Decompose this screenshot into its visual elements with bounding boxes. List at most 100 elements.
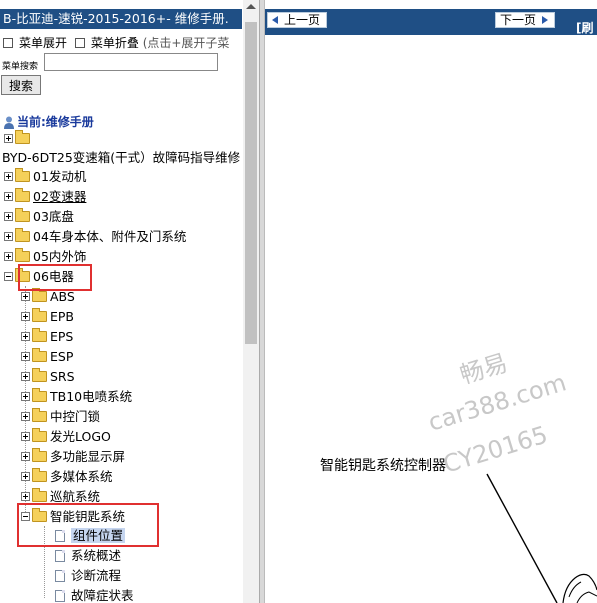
folder-icon bbox=[32, 408, 47, 422]
folder-icon bbox=[32, 428, 47, 442]
expand-plus-icon[interactable] bbox=[21, 492, 30, 501]
tree-item-label[interactable]: 04车身本体、附件及门系统 bbox=[33, 229, 186, 244]
previous-page-button[interactable]: 上一页 bbox=[267, 12, 328, 28]
refresh-link[interactable]: [刷 bbox=[576, 19, 594, 36]
folder-icon bbox=[15, 248, 30, 262]
menu-expand-link[interactable]: 菜单展开 bbox=[19, 36, 67, 50]
next-page-button[interactable]: 下一页 bbox=[495, 12, 556, 28]
folder-icon bbox=[32, 488, 47, 502]
current-location: 当前:维修手册 bbox=[4, 114, 94, 130]
module-outline bbox=[576, 591, 597, 603]
menu-search-input[interactable] bbox=[44, 53, 218, 71]
tree-item-label[interactable]: 01发动机 bbox=[33, 169, 86, 184]
tree-item-symptom-table[interactable]: 故障症状表 bbox=[55, 587, 134, 603]
tree-item-unnamed[interactable] bbox=[4, 130, 33, 148]
folder-icon bbox=[32, 328, 47, 342]
arrow-left-icon bbox=[272, 15, 278, 24]
expand-plus-icon[interactable] bbox=[21, 292, 30, 301]
tree-item-label[interactable]: 故障症状表 bbox=[71, 588, 134, 603]
tree-item-label[interactable]: ESP bbox=[50, 349, 73, 364]
tree-item-label[interactable]: TB10电喷系统 bbox=[50, 389, 132, 404]
tree-item-label[interactable]: 多媒体系统 bbox=[50, 469, 113, 484]
expand-plus-icon[interactable] bbox=[4, 212, 13, 221]
tree-item-label[interactable]: 05内外饰 bbox=[33, 249, 86, 264]
folder-icon bbox=[15, 188, 30, 202]
module-outline bbox=[562, 573, 597, 603]
tree-item-label[interactable]: EPS bbox=[50, 329, 73, 344]
tree-item-display[interactable]: 多功能显示屏 bbox=[21, 448, 125, 466]
tree-item-label[interactable]: ABS bbox=[50, 289, 75, 304]
watermark-text: 畅易 bbox=[456, 348, 511, 390]
tree-item-label[interactable]: SRS bbox=[50, 369, 75, 384]
tree-item-central-lock[interactable]: 中控门锁 bbox=[21, 408, 100, 426]
tree-item-label[interactable]: 中控门锁 bbox=[50, 409, 100, 424]
tree-item-label[interactable]: 诊断流程 bbox=[71, 568, 121, 583]
left-navigation-panel: B-比亚迪-速锐-2015-2016+- 维修手册. 菜单展开 菜单折叠 (点击… bbox=[0, 0, 259, 603]
tree-item-label[interactable]: 多功能显示屏 bbox=[50, 449, 125, 464]
tree-item-label[interactable]: 系统概述 bbox=[71, 548, 121, 563]
tree-item-label[interactable]: 02变速器 bbox=[33, 189, 86, 204]
tree-item-srs[interactable]: SRS bbox=[21, 368, 75, 386]
folder-icon bbox=[15, 208, 30, 222]
expand-plus-icon[interactable] bbox=[4, 134, 13, 143]
diagram-callout-label: 智能钥匙系统控制器 bbox=[320, 458, 446, 474]
expand-plus-icon[interactable] bbox=[21, 392, 30, 401]
folder-icon bbox=[15, 228, 30, 242]
expand-plus-icon[interactable] bbox=[4, 252, 13, 261]
tree-item-logo[interactable]: 发光LOGO bbox=[21, 428, 111, 446]
menu-collapse-link[interactable]: 菜单折叠 bbox=[91, 36, 139, 50]
tree-item-system-overview[interactable]: 系统概述 bbox=[55, 547, 121, 565]
tree-item-epb[interactable]: EPB bbox=[21, 308, 74, 326]
vertical-scrollbar[interactable] bbox=[243, 0, 259, 603]
expand-plus-icon[interactable] bbox=[21, 472, 30, 481]
document-icon bbox=[55, 589, 65, 602]
document-icon bbox=[55, 569, 65, 582]
folder-icon bbox=[32, 388, 47, 402]
expand-plus-icon[interactable] bbox=[4, 192, 13, 201]
tree-item-chassis[interactable]: 03底盘 bbox=[4, 208, 74, 226]
leader-line bbox=[486, 473, 558, 603]
tree-item-byd-6dt25[interactable]: BYD-6DT25变速箱(干式）故障码指导维修 bbox=[2, 149, 240, 167]
collapse-hint: (点击+展开子菜 bbox=[142, 36, 230, 50]
expand-plus-icon[interactable] bbox=[21, 412, 30, 421]
collapse-icon[interactable] bbox=[74, 37, 85, 48]
tree-item-label[interactable]: BYD-6DT25变速箱(干式）故障码指导维修 bbox=[2, 150, 240, 165]
folder-icon bbox=[32, 308, 47, 322]
tree-item-engine[interactable]: 01发动机 bbox=[4, 168, 86, 186]
tree-item-label[interactable]: EPB bbox=[50, 309, 74, 324]
manual-title-bar: B-比亚迪-速锐-2015-2016+- 维修手册. bbox=[0, 9, 242, 29]
expand-plus-icon[interactable] bbox=[21, 312, 30, 321]
scroll-up-arrow-icon[interactable] bbox=[246, 4, 256, 9]
module-outline bbox=[568, 581, 582, 598]
collapse-minus-icon[interactable] bbox=[4, 272, 13, 281]
expand-plus-icon[interactable] bbox=[21, 452, 30, 461]
arrow-right-icon bbox=[542, 15, 549, 24]
expand-plus-icon[interactable] bbox=[21, 332, 30, 341]
document-icon bbox=[55, 549, 65, 562]
folder-icon bbox=[32, 468, 47, 482]
folder-icon bbox=[32, 348, 47, 362]
expand-plus-icon[interactable] bbox=[4, 232, 13, 241]
tree-item-tb10[interactable]: TB10电喷系统 bbox=[21, 388, 132, 406]
current-location-label: 当前:维修手册 bbox=[17, 115, 94, 129]
tree-item-diagnosis-flow[interactable]: 诊断流程 bbox=[55, 567, 121, 585]
scrollbar-thumb[interactable] bbox=[245, 22, 257, 344]
tree-item-label[interactable]: 发光LOGO bbox=[50, 429, 111, 444]
tree-item-eps[interactable]: EPS bbox=[21, 328, 73, 346]
folder-icon bbox=[32, 448, 47, 462]
tree-item-esp[interactable]: ESP bbox=[21, 348, 73, 366]
expand-plus-icon[interactable] bbox=[4, 172, 13, 181]
tree-item-label[interactable]: 巡航系统 bbox=[50, 489, 100, 504]
expand-plus-icon[interactable] bbox=[21, 432, 30, 441]
expand-plus-icon[interactable] bbox=[21, 372, 30, 381]
menu-toggle-row: 菜单展开 菜单折叠 (点击+展开子菜 bbox=[2, 35, 242, 51]
tree-item-transmission[interactable]: 02变速器 bbox=[4, 188, 86, 206]
tree-item-label[interactable]: 03底盘 bbox=[33, 209, 74, 224]
folder-icon bbox=[32, 288, 47, 302]
expand-icon[interactable] bbox=[3, 37, 13, 48]
tree-item-body[interactable]: 04车身本体、附件及门系统 bbox=[4, 228, 186, 246]
search-button[interactable]: 搜索 bbox=[1, 75, 41, 95]
content-panel: 上一页 下一页 [刷 畅易 car388.com CY20165 智能钥匙系统控… bbox=[265, 0, 597, 603]
tree-item-multimedia[interactable]: 多媒体系统 bbox=[21, 468, 113, 486]
expand-plus-icon[interactable] bbox=[21, 352, 30, 361]
